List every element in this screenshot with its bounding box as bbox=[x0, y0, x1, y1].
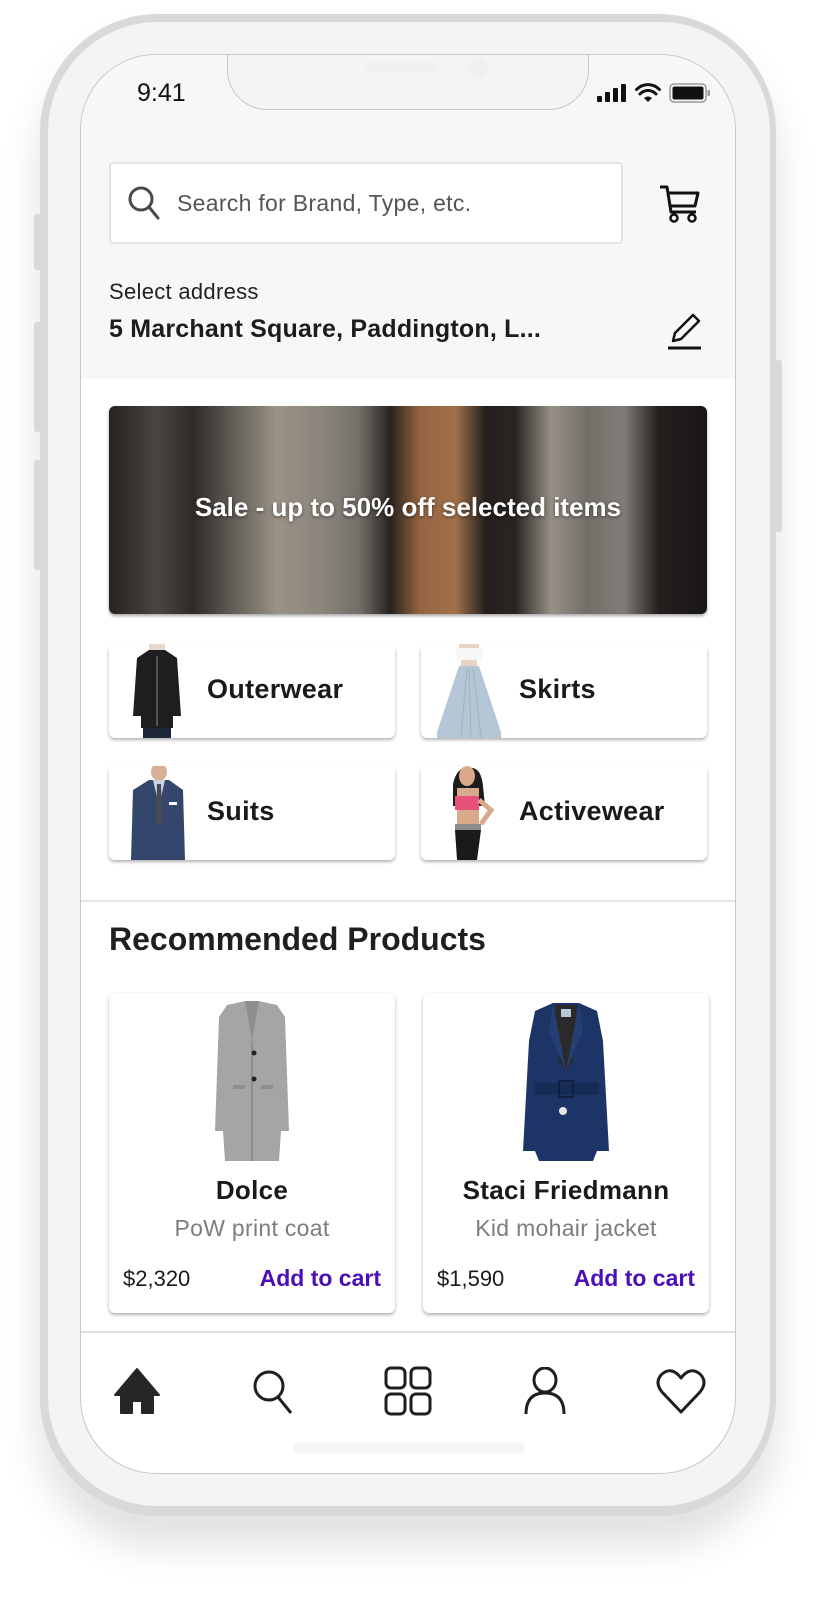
banner-text: Sale - up to 50% off selected items bbox=[194, 492, 622, 522]
wifi-icon bbox=[635, 83, 661, 102]
navy-jacket-photo bbox=[523, 1003, 609, 1161]
cart-button[interactable] bbox=[658, 184, 702, 224]
volume-down-button bbox=[34, 460, 42, 570]
nav-home[interactable] bbox=[107, 1361, 167, 1421]
power-button bbox=[774, 360, 782, 532]
category-label: Suits bbox=[207, 796, 275, 826]
category-label: Skirts bbox=[519, 674, 596, 704]
home-indicator bbox=[293, 1443, 525, 1453]
product-brand: Dolce bbox=[215, 1175, 289, 1205]
home-icon bbox=[114, 1368, 160, 1414]
category-label: Outerwear bbox=[207, 674, 344, 704]
battery-icon bbox=[669, 83, 710, 103]
suit-photo bbox=[131, 766, 185, 860]
nav-search[interactable] bbox=[243, 1361, 303, 1421]
status-icons bbox=[597, 83, 711, 103]
category-card-activewear[interactable]: Activewear bbox=[421, 766, 707, 860]
grid-icon bbox=[384, 1366, 432, 1416]
address-label: Select address bbox=[109, 279, 259, 304]
nav-categories[interactable] bbox=[379, 1361, 439, 1421]
user-icon bbox=[524, 1367, 566, 1415]
recommended-title: Recommended Products bbox=[109, 921, 486, 957]
app-screen: 9:41 Selec bbox=[80, 54, 736, 1474]
jacket-photo bbox=[133, 644, 181, 738]
volume-up-button bbox=[34, 322, 42, 432]
section-divider bbox=[81, 900, 735, 902]
search-icon bbox=[128, 186, 160, 220]
category-card-outerwear[interactable]: Outerwear bbox=[109, 644, 395, 738]
product-description: PoW print coat bbox=[174, 1215, 330, 1241]
product-description: Kid mohair jacket bbox=[475, 1215, 657, 1241]
nav-divider bbox=[81, 1331, 735, 1333]
edit-address-button[interactable] bbox=[665, 311, 705, 351]
product-price: $1,590 bbox=[437, 1266, 505, 1291]
status-time: 9:41 bbox=[137, 79, 186, 107]
grey-coat-photo bbox=[215, 1001, 289, 1161]
product-card[interactable]: Staci Friedmann Kid mohair jacket $1,590… bbox=[423, 993, 709, 1313]
category-card-skirts[interactable]: Skirts bbox=[421, 644, 707, 738]
mute-switch bbox=[34, 214, 42, 270]
product-price: $2,320 bbox=[123, 1266, 191, 1291]
signal-icon bbox=[597, 84, 626, 102]
skirt-photo bbox=[437, 644, 501, 738]
cart-icon bbox=[660, 185, 700, 223]
nav-profile[interactable] bbox=[515, 1361, 575, 1421]
search-bar[interactable] bbox=[109, 162, 623, 244]
sale-banner[interactable]: Sale - up to 50% off selected items bbox=[109, 406, 707, 614]
search-icon bbox=[253, 1370, 293, 1414]
product-brand: Staci Friedmann bbox=[462, 1175, 670, 1205]
add-to-cart-button[interactable]: Add to cart bbox=[574, 1265, 695, 1292]
notch bbox=[227, 55, 589, 110]
camera bbox=[468, 58, 488, 78]
add-to-cart-button[interactable]: Add to cart bbox=[260, 1265, 381, 1292]
speaker bbox=[366, 62, 436, 72]
address-value[interactable]: 5 Marchant Square, Paddington, L... bbox=[109, 315, 541, 344]
heart-icon bbox=[656, 1369, 706, 1414]
product-card[interactable]: Dolce PoW print coat $2,320 Add to cart bbox=[109, 993, 395, 1313]
pencil-icon bbox=[668, 313, 701, 350]
category-card-suits[interactable]: Suits bbox=[109, 766, 395, 860]
activewear-photo bbox=[453, 766, 495, 860]
category-label: Activewear bbox=[519, 796, 665, 826]
nav-favorites[interactable] bbox=[651, 1361, 711, 1421]
search-input[interactable] bbox=[177, 189, 597, 217]
